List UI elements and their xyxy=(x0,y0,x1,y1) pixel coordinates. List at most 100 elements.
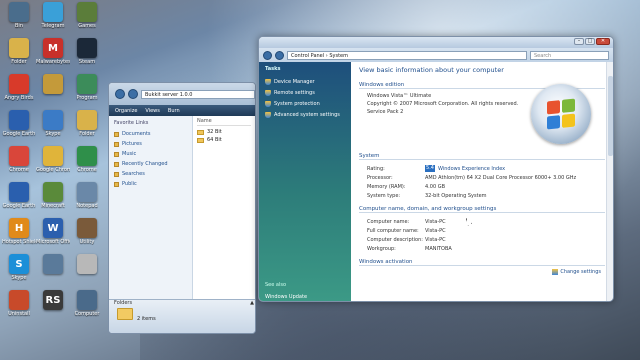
explorer-toolbar: Organize Views Burn xyxy=(109,105,255,116)
info-value: Vista-PC xyxy=(425,227,446,234)
desktop-icon[interactable]: Uninstall xyxy=(2,290,36,330)
search-input[interactable]: Search xyxy=(530,50,609,60)
forward-icon[interactable] xyxy=(275,50,284,60)
app-icon: S xyxy=(9,254,29,274)
desktop-icon[interactable]: Steam xyxy=(70,38,104,78)
desktop-icon-label: Steam xyxy=(78,59,96,65)
app-icon xyxy=(9,110,29,130)
folders-bar[interactable]: Folders ▲ xyxy=(114,300,254,306)
favorite-label[interactable]: Recently Changed xyxy=(122,161,168,167)
back-icon[interactable] xyxy=(263,50,272,60)
app-icon xyxy=(43,146,63,166)
change-settings-link[interactable]: Change settings xyxy=(552,269,601,275)
desktop-icon[interactable]: Minecraft xyxy=(36,182,70,222)
windows-logo-icon xyxy=(531,84,591,144)
list-item[interactable]: 32 Bit xyxy=(197,128,251,136)
favorite-link[interactable]: Music xyxy=(114,149,187,159)
desktop-icon[interactable]: RS xyxy=(36,290,70,330)
back-icon[interactable] xyxy=(115,89,125,99)
app-icon xyxy=(77,146,97,166)
favorite-link[interactable]: Pictures xyxy=(114,139,187,149)
favorite-label[interactable]: Searches xyxy=(122,171,145,177)
forward-icon[interactable] xyxy=(128,89,138,99)
chevron-up-icon[interactable]: ▲ xyxy=(250,300,254,306)
favorite-label[interactable]: Music xyxy=(122,151,136,157)
minimize-button[interactable]: – xyxy=(574,38,584,45)
experience-index-link[interactable]: Windows Experience Index xyxy=(438,166,505,172)
close-button[interactable]: ✕ xyxy=(596,38,610,45)
task-label[interactable]: Device Manager xyxy=(274,79,315,85)
desktop-icon[interactable]: Google Earth xyxy=(2,110,36,150)
desktop-icon[interactable]: Folder xyxy=(70,110,104,150)
change-settings-label[interactable]: Change settings xyxy=(560,269,601,275)
organize-button[interactable]: Organize xyxy=(115,108,137,114)
task-label[interactable]: Remote settings xyxy=(274,90,315,96)
explorer-titlebar[interactable]: Bukkit server 1.0.0 xyxy=(109,83,255,105)
desktop-icon[interactable]: Bin xyxy=(2,2,36,42)
desktop-icon[interactable]: Angry Birds xyxy=(2,74,36,114)
name-column-header[interactable]: Name xyxy=(197,118,251,126)
control-panel-window[interactable]: – □ ✕ Control Panel › System Search Task… xyxy=(258,36,614,302)
desktop-icon[interactable]: Telegram xyxy=(36,2,70,42)
desktop-icon[interactable]: Notepad xyxy=(70,182,104,222)
desktop-icons: Bin Telegram Games Folder MMalwarebytes Anti… xyxy=(0,0,106,360)
desktop-icon[interactable]: Skype xyxy=(36,110,70,150)
favorite-link[interactable]: Searches xyxy=(114,169,187,179)
page-title: View basic information about your comput… xyxy=(359,66,504,74)
desktop-icon[interactable]: Chrome xyxy=(70,146,104,186)
see-also-label[interactable]: Windows Update xyxy=(265,294,307,300)
desktop-icon[interactable]: Chrome xyxy=(2,146,36,186)
info-row: Processor: AMD Athlon(tm) 64 X2 Dual Core… xyxy=(359,173,605,182)
desktop-icon-label: Hotspot Shield xyxy=(2,239,36,245)
scrollbar[interactable] xyxy=(606,62,613,301)
desktop-icon[interactable]: Google Chrome xyxy=(36,146,70,186)
task-link[interactable]: Remote settings xyxy=(265,87,345,98)
favorite-link[interactable]: Documents xyxy=(114,129,187,139)
flag-pane xyxy=(547,100,560,115)
desktop-icon[interactable]: Computer xyxy=(70,290,104,330)
list-item[interactable]: 64 Bit xyxy=(197,136,251,144)
app-icon xyxy=(9,182,29,202)
desktop-icon[interactable]: Program xyxy=(70,74,104,114)
desktop-icon[interactable]: H Hotspot Shield xyxy=(2,218,36,258)
rating-badge[interactable]: 5.4 xyxy=(425,165,435,172)
see-also-heading: See also xyxy=(265,282,287,288)
burn-button[interactable]: Burn xyxy=(168,108,180,114)
task-label[interactable]: System protection xyxy=(274,101,320,107)
favorite-label[interactable]: Pictures xyxy=(122,141,142,147)
favorite-link[interactable]: Public xyxy=(114,179,187,189)
explorer-window[interactable]: Bukkit server 1.0.0 Organize Views Burn … xyxy=(108,82,256,334)
maximize-button[interactable]: □ xyxy=(585,38,595,45)
task-link[interactable]: Advanced system settings xyxy=(265,109,345,120)
favorite-label[interactable]: Documents xyxy=(122,131,151,137)
desktop-icon[interactable] xyxy=(36,74,70,114)
desktop-icon[interactable]: Google Earth xyxy=(2,182,36,222)
breadcrumb[interactable]: Control Panel › System xyxy=(287,50,527,60)
task-link[interactable]: Device Manager xyxy=(265,76,345,87)
views-button[interactable]: Views xyxy=(145,108,159,114)
desktop-icon[interactable]: Utility xyxy=(70,218,104,258)
task-label[interactable]: Advanced system settings xyxy=(274,112,340,118)
task-link[interactable]: System protection xyxy=(265,98,345,109)
desktop-icon[interactable]: WMicrosoft Office xyxy=(36,218,70,258)
desktop-icon-label: Bin xyxy=(15,23,23,29)
favorite-label[interactable]: Public xyxy=(122,181,137,187)
folders-label[interactable]: Folders xyxy=(114,300,132,306)
desktop-icon[interactable]: Folder xyxy=(2,38,36,78)
desktop-icon[interactable]: Games xyxy=(70,2,104,42)
desktop-icon[interactable] xyxy=(70,254,104,294)
app-icon xyxy=(77,218,97,238)
desktop-icon[interactable]: S Skype xyxy=(2,254,36,294)
control-panel-titlebar[interactable]: – □ ✕ xyxy=(259,37,613,48)
desktop-icon[interactable]: MMalwarebytes Anti-Malware xyxy=(36,38,70,78)
favorite-link[interactable]: Recently Changed xyxy=(114,159,187,169)
see-also-link[interactable]: Windows Update xyxy=(265,291,345,301)
shield-icon xyxy=(265,111,271,118)
file-name[interactable]: 64 Bit xyxy=(207,137,222,143)
info-row: System type: 32-bit Operating System xyxy=(359,191,605,200)
explorer-address-bar[interactable]: Bukkit server 1.0.0 xyxy=(141,89,255,99)
file-name[interactable]: 32 Bit xyxy=(207,129,222,135)
scrollbar-thumb[interactable] xyxy=(608,76,613,156)
desktop-icon[interactable] xyxy=(36,254,70,294)
desktop-icon-label: Folder xyxy=(79,131,95,137)
